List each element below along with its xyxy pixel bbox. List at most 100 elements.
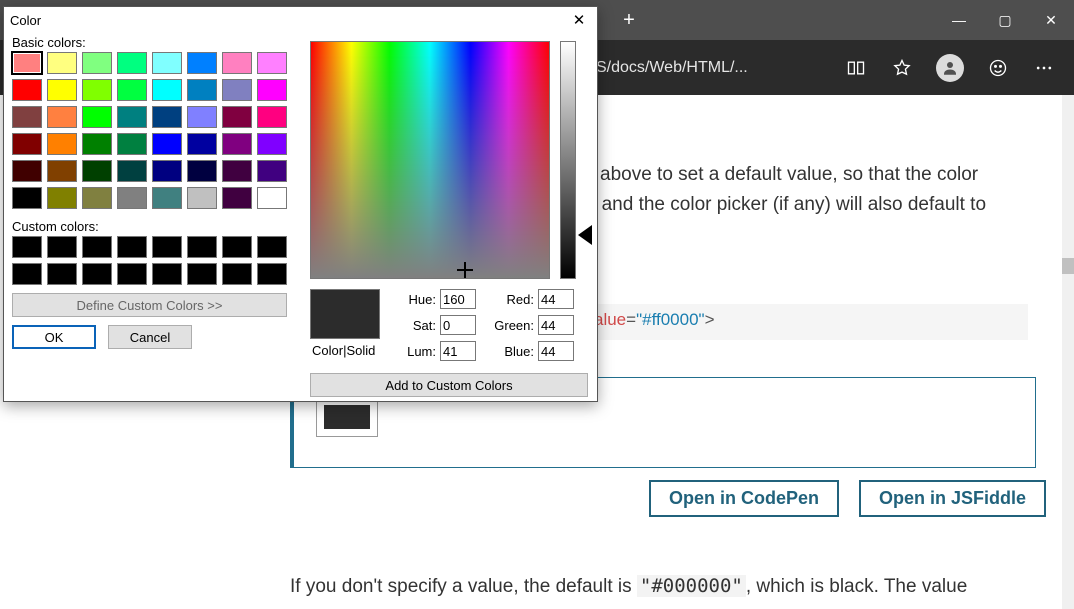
settings-more-icon[interactable] [1032,56,1056,80]
page-scrollbar-track[interactable] [1062,95,1074,609]
custom-color-swatch[interactable] [222,236,252,258]
basic-color-swatch[interactable] [12,79,42,101]
ok-button[interactable]: OK [12,325,96,349]
custom-color-swatch[interactable] [187,236,217,258]
basic-color-swatch[interactable] [152,106,182,128]
basic-color-swatch[interactable] [117,106,147,128]
basic-color-swatch[interactable] [47,187,77,209]
basic-color-swatch[interactable] [257,52,287,74]
basic-color-swatch[interactable] [12,133,42,155]
custom-color-swatch[interactable] [187,263,217,285]
basic-color-swatch[interactable] [187,79,217,101]
open-codepen-button[interactable]: Open in CodePen [649,480,839,517]
basic-color-swatch[interactable] [47,52,77,74]
basic-color-swatch[interactable] [152,187,182,209]
basic-color-swatch[interactable] [117,52,147,74]
profile-avatar-icon[interactable] [936,54,964,82]
custom-color-swatch[interactable] [222,263,252,285]
url-text[interactable]: S/docs/Web/HTML/... [596,59,748,77]
basic-color-swatch[interactable] [82,79,112,101]
blue-input[interactable] [538,341,574,361]
color-input-swatch [324,405,370,429]
custom-color-swatch[interactable] [257,236,287,258]
custom-color-swatch[interactable] [117,263,147,285]
custom-color-swatch[interactable] [82,263,112,285]
basic-color-swatch[interactable] [152,52,182,74]
paragraph-line: above to set a default value, so that th… [600,160,978,189]
lum-input[interactable] [440,341,476,361]
feedback-smiley-icon[interactable] [986,56,1010,80]
basic-color-swatch[interactable] [257,106,287,128]
basic-color-swatch[interactable] [117,187,147,209]
basic-color-swatch[interactable] [187,52,217,74]
luminance-slider-arrow-icon[interactable] [578,225,592,245]
custom-color-swatch[interactable] [117,236,147,258]
basic-color-swatch[interactable] [152,79,182,101]
color-input-control[interactable] [316,397,378,437]
basic-color-swatch[interactable] [222,160,252,182]
basic-color-swatch[interactable] [12,106,42,128]
dialog-close-button[interactable]: ✕ [567,9,591,31]
favorite-icon[interactable] [890,56,914,80]
define-custom-colors-button[interactable]: Define Custom Colors >> [12,293,287,317]
hue-sat-gradient[interactable] [310,41,550,279]
minimize-button[interactable]: — [936,0,982,40]
custom-color-swatch[interactable] [12,236,42,258]
basic-color-swatch[interactable] [12,160,42,182]
custom-color-swatch[interactable] [12,263,42,285]
reading-view-icon[interactable] [844,56,868,80]
basic-color-swatch[interactable] [82,160,112,182]
basic-color-swatch[interactable] [47,79,77,101]
basic-color-swatch[interactable] [257,160,287,182]
basic-color-swatch[interactable] [187,160,217,182]
maximize-button[interactable]: ▢ [982,0,1028,40]
basic-color-swatch[interactable] [187,133,217,155]
basic-color-swatch[interactable] [152,133,182,155]
basic-color-swatch[interactable] [222,52,252,74]
custom-color-swatch[interactable] [47,263,77,285]
basic-color-swatch[interactable] [222,187,252,209]
basic-color-swatch[interactable] [12,187,42,209]
basic-color-swatch[interactable] [117,160,147,182]
gradient-crosshair-icon[interactable] [459,264,471,276]
new-tab-button[interactable]: + [615,6,643,34]
basic-color-swatch[interactable] [47,106,77,128]
hue-label: Hue: [392,292,440,307]
window-close-button[interactable]: ✕ [1028,0,1074,40]
red-input[interactable] [538,289,574,309]
basic-color-swatch[interactable] [47,133,77,155]
basic-color-swatch[interactable] [257,79,287,101]
open-jsfiddle-button[interactable]: Open in JSFiddle [859,480,1046,517]
basic-color-swatch[interactable] [47,160,77,182]
code-punct: = [626,310,636,329]
add-to-custom-colors-button[interactable]: Add to Custom Colors [310,373,588,397]
basic-color-swatch[interactable] [187,187,217,209]
basic-color-swatch[interactable] [222,79,252,101]
basic-color-swatch[interactable] [82,106,112,128]
basic-color-swatch[interactable] [222,106,252,128]
cancel-button[interactable]: Cancel [108,325,192,349]
basic-color-swatch[interactable] [82,52,112,74]
basic-color-swatch[interactable] [257,187,287,209]
sat-input[interactable] [440,315,476,335]
basic-color-swatch[interactable] [257,133,287,155]
basic-color-swatch[interactable] [82,187,112,209]
green-label: Green: [478,318,538,333]
custom-color-swatch[interactable] [82,236,112,258]
hue-input[interactable] [440,289,476,309]
luminance-strip[interactable] [560,41,576,279]
green-input[interactable] [538,315,574,335]
basic-color-swatch[interactable] [82,133,112,155]
custom-color-swatch[interactable] [47,236,77,258]
custom-color-swatch[interactable] [152,263,182,285]
basic-color-swatch[interactable] [152,160,182,182]
custom-color-swatch[interactable] [257,263,287,285]
basic-color-swatch[interactable] [222,133,252,155]
page-scrollbar-thumb[interactable] [1062,258,1074,274]
basic-color-swatch[interactable] [117,79,147,101]
basic-color-swatch[interactable] [187,106,217,128]
basic-color-swatch[interactable] [117,133,147,155]
basic-color-swatch[interactable] [12,52,42,74]
lum-label: Lum: [392,344,440,359]
custom-color-swatch[interactable] [152,236,182,258]
